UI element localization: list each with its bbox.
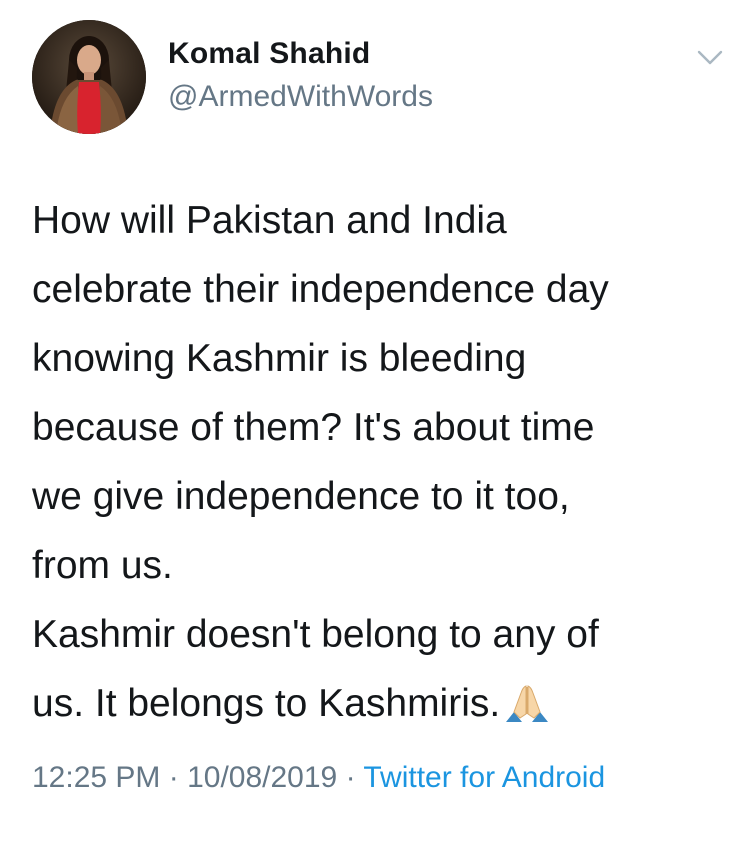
tweet-line-last: us. It belongs to Kashmiris.: [32, 669, 722, 738]
tweet-date[interactable]: 10/08/2019: [187, 761, 337, 794]
tweet-line: knowing Kashmir is bleeding: [32, 337, 527, 380]
tweet-line: How will Pakistan and India: [32, 199, 507, 242]
meta-separator: ·: [337, 761, 364, 794]
tweet-source-link[interactable]: Twitter for Android: [363, 761, 605, 794]
avatar[interactable]: [32, 20, 146, 134]
folded-hands-icon: [504, 677, 550, 722]
tweet-card: Komal Shahid @ArmedWithWords How will Pa…: [0, 0, 750, 858]
tweet-line: Kashmir doesn't belong to any of: [32, 613, 599, 656]
display-name[interactable]: Komal Shahid: [168, 36, 433, 72]
tweet-text: How will Pakistan and India celebrate th…: [32, 186, 722, 738]
meta-separator: ·: [160, 761, 188, 794]
tweet-time[interactable]: 12:25 PM: [32, 761, 160, 794]
tweet-line: because of them? It's about time: [32, 406, 595, 449]
tweet-line: we give independence to it too,: [32, 475, 570, 518]
username-handle[interactable]: @ArmedWithWords: [168, 78, 433, 116]
profile-photo: [32, 20, 146, 134]
tweet-line: celebrate their independence day: [32, 268, 609, 311]
chevron-down-icon[interactable]: [696, 48, 724, 68]
tweet-line-text: us. It belongs to Kashmiris.: [32, 682, 501, 725]
author-names: Komal Shahid @ArmedWithWords: [168, 36, 433, 116]
tweet-meta: 12:25 PM · 10/08/2019 · Twitter for Andr…: [32, 755, 672, 801]
tweet-line: from us.: [32, 544, 173, 587]
